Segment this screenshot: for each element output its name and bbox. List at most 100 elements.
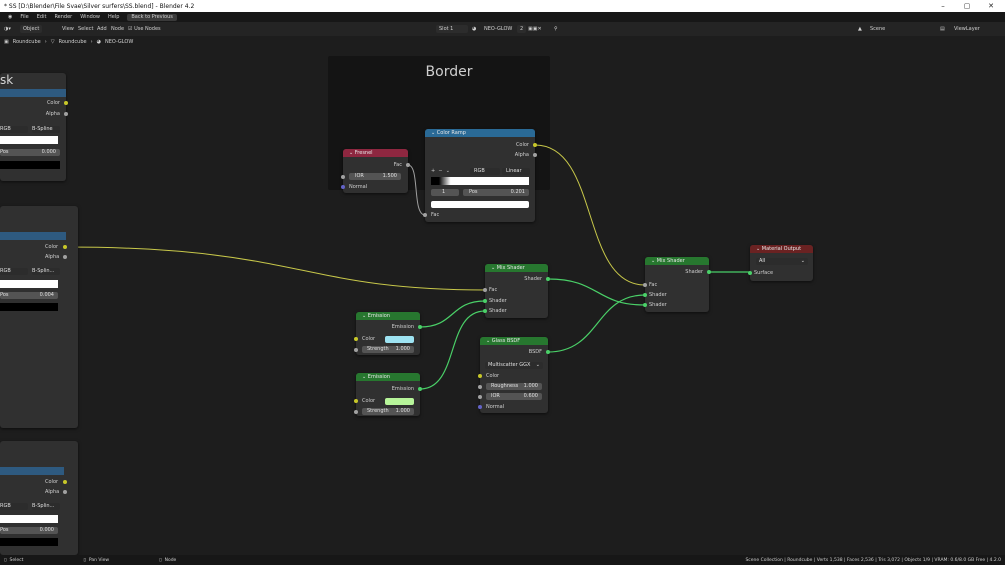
socket-alpha[interactable] [64,112,68,116]
socket-color[interactable] [63,480,67,484]
socket-fac-in[interactable] [643,283,647,287]
pos-field[interactable]: Pos 0.000 [0,149,60,156]
socket-label-emission-out: Emission [391,386,414,392]
socket-label-fac: Fac [393,162,402,168]
socket-label-surface: Surface [754,270,774,276]
socket-label-color: Color [362,398,376,404]
ramp-gradient-bar[interactable] [431,177,529,185]
ramp-bar[interactable] [0,280,58,288]
socket-label-alpha: Alpha [45,254,60,260]
glass-bsdf-header[interactable]: ⌄ Glass BSDF [480,337,548,345]
socket-color-in[interactable] [354,399,358,403]
ramp-stop-color-swatch[interactable] [431,201,529,208]
distribution-value: Multiscatter GGX [488,362,531,368]
socket-label-normal: Normal [486,404,505,410]
ramp-color-swatch[interactable] [0,161,60,169]
mode-dropdown[interactable]: RGB [0,503,28,510]
socket-emission-out[interactable] [418,325,422,329]
socket-shader-b[interactable] [483,309,487,313]
ramp-mode-value: RGB [474,168,485,174]
ramp-index-field[interactable]: 1 [431,189,459,196]
interp-dropdown[interactable]: B-Spline [32,126,60,133]
socket-shader-b[interactable] [643,303,647,307]
emission-color-swatch[interactable] [385,336,414,343]
socket-ior-in[interactable] [478,395,482,399]
glass-ior-field[interactable]: IOR 0.600 [486,393,542,400]
distribution-dropdown[interactable]: Multiscatter GGX ⌄ [485,362,543,369]
mix-shader-header[interactable]: ⌄ Mix Shader [645,257,709,265]
socket-strength-in[interactable] [354,348,358,352]
mouse-middle-icon: ▯ [83,557,86,563]
socket-roughness-in[interactable] [478,385,482,389]
emission-node-2[interactable]: ⌄ Emission Emission Color Strength 1.000 [354,373,422,416]
socket-normal-in[interactable] [478,405,482,409]
socket-shader-out[interactable] [707,270,711,274]
socket-color-in[interactable] [354,337,358,341]
node-title: Fresnel [354,150,373,156]
mode-dropdown[interactable]: RGB [0,268,28,275]
ramp-interp-dropdown[interactable]: Linear [502,168,530,175]
socket-fac-out[interactable] [406,163,410,167]
pos-field[interactable]: Pos 0.004 [0,292,58,299]
mix-shader-node-2[interactable]: ⌄ Mix Shader Shader Fac Shader Shader [643,257,711,312]
socket-alpha[interactable] [63,490,67,494]
socket-color[interactable] [64,101,68,105]
socket-label-color: Color [45,244,59,250]
socket-shader-a[interactable] [643,293,647,297]
ramp-color-swatch[interactable] [0,303,58,311]
socket-shader-a[interactable] [483,299,487,303]
ramp-pos-field[interactable]: Pos 0.201 [463,189,529,196]
socket-bsdf-out[interactable] [546,350,550,354]
mode-dropdown[interactable]: RGB [0,126,28,133]
socket-strength-in[interactable] [354,410,358,414]
socket-label-shader-out: Shader [685,269,703,275]
socket-color[interactable] [63,245,67,249]
pos-field[interactable]: Pos 0.000 [0,527,58,534]
ramp-mode-dropdown[interactable]: RGB [470,168,500,175]
socket-shader-out[interactable] [546,277,550,281]
ramp-tools[interactable]: + − ⌄ [431,167,450,175]
emission-header[interactable]: ⌄ Emission [356,312,420,320]
left-node-middle[interactable]: Color Alpha RGB B-Splin... Pos 0.004 [0,206,78,428]
socket-alpha-out[interactable] [533,153,537,157]
emission-node-1[interactable]: ⌄ Emission Emission Color Strength 1.000 [354,312,422,355]
ramp-bar[interactable] [0,136,58,144]
left-node-top[interactable]: sk Color Alpha RGB B-Spline Pos 0.000 [0,73,68,181]
status-pan: Pan View [88,557,110,563]
ramp-color-swatch[interactable] [0,538,58,546]
fresnel-node[interactable]: ⌄ Fresnel Fac IOR 1.500 Normal [341,149,410,193]
socket-color-in[interactable] [478,374,482,378]
ramp-pos-label: Pos [469,189,478,195]
socket-color-out[interactable] [533,143,537,147]
interp-dropdown[interactable]: B-Splin... [32,503,60,510]
ramp-bar[interactable] [0,515,58,523]
socket-surface[interactable] [748,271,752,275]
material-output-node[interactable]: ⌄ Material Output All ⌄ Surface [748,245,813,281]
fresnel-header[interactable]: ⌄ Fresnel [343,149,408,157]
mix-shader-header[interactable]: ⌄ Mix Shader [485,264,548,272]
socket-fac-in[interactable] [423,213,427,217]
emission-header[interactable]: ⌄ Emission [356,373,420,381]
socket-emission-out[interactable] [418,387,422,391]
mix-shader-node-1[interactable]: ⌄ Mix Shader Shader Fac Shader Shader [483,264,550,318]
glass-bsdf-node[interactable]: ⌄ Glass BSDF BSDF Multiscatter GGX ⌄ Colo… [478,337,550,413]
ior-field[interactable]: IOR 1.500 [349,173,401,180]
color-ramp-node[interactable]: ⌄ Color Ramp Color Alpha + − ⌄ RGB Linea… [423,129,537,222]
roughness-value: 1.000 [523,383,538,389]
socket-fac-in[interactable] [483,288,487,292]
emission-color-swatch[interactable] [385,398,414,405]
socket-normal[interactable] [341,185,345,189]
socket-ior[interactable] [341,175,345,179]
strength-field[interactable]: Strength 1.000 [362,408,414,415]
left-node-bottom[interactable]: Color Alpha RGB B-Splin... Pos 0.000 [0,441,78,555]
output-target-dropdown[interactable]: All ⌄ [756,258,808,265]
socket-label-normal: Normal [349,184,368,190]
node-title: Material Output [761,246,802,252]
strength-field[interactable]: Strength 1.000 [362,346,414,353]
interp-dropdown[interactable]: B-Splin... [32,268,60,275]
socket-alpha[interactable] [63,255,67,259]
color-ramp-header[interactable]: ⌄ Color Ramp [425,129,535,137]
status-stats: Scene Collection | Roundcube | Verts 1,5… [745,557,1001,563]
roughness-field[interactable]: Roughness 1.000 [486,383,542,390]
material-output-header[interactable]: ⌄ Material Output [750,245,813,253]
